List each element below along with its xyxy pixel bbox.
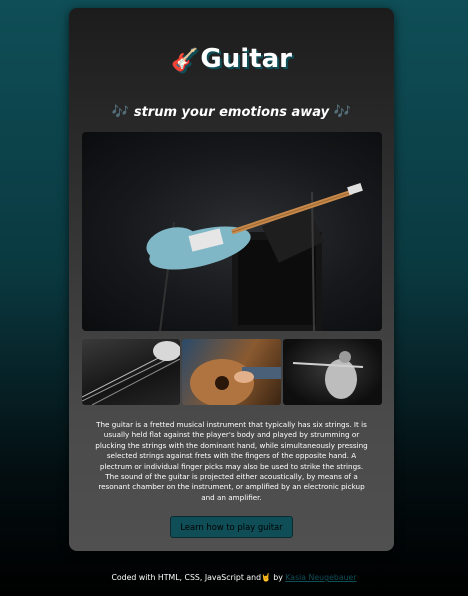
- footer-text: Coded with HTML, CSS, JavaScript and: [111, 573, 262, 582]
- thumbnail-guitar-strings: [82, 339, 180, 405]
- music-notes-icon: 🎶: [333, 104, 352, 120]
- main-guitar-image: [82, 132, 382, 331]
- footer: Coded with HTML, CSS, JavaScript and🤘 by…: [0, 573, 468, 582]
- tagline-text: strum your emotions away: [133, 105, 330, 120]
- learn-guitar-button[interactable]: Learn how to play guitar: [170, 516, 293, 538]
- author-link[interactable]: Kasia Neugebauer: [285, 573, 356, 582]
- guitar-description: The guitar is a fretted musical instrume…: [95, 420, 368, 502]
- music-notes-icon: 🎶: [111, 104, 130, 120]
- thumbnail-row: [82, 339, 382, 405]
- page-title: 🎸Guitar: [69, 44, 394, 74]
- guitar-on-amplifier-illustration: [146, 183, 363, 331]
- page-title-text: Guitar: [200, 44, 292, 74]
- rock-hand-icon: 🤘: [261, 573, 271, 582]
- tagline: 🎶 strum your emotions away 🎶: [69, 104, 394, 120]
- thumbnail-acoustic-guitar: [182, 339, 281, 405]
- content-card: 🎸Guitar 🎶 strum your emotions away 🎶 The…: [69, 8, 394, 551]
- guitar-emoji-icon: 🎸: [171, 48, 199, 73]
- footer-by: by: [273, 573, 283, 582]
- thumbnail-guitarist: [283, 339, 382, 405]
